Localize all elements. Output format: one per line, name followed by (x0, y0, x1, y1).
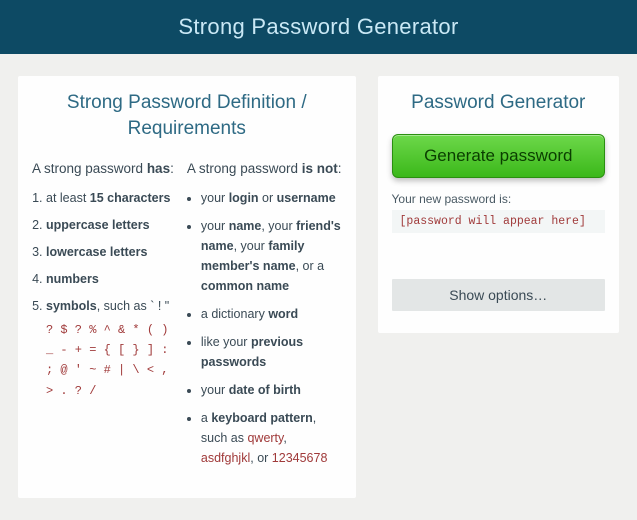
isnot-lead-bold: is not (302, 161, 338, 176)
definition-title: Strong Password Definition / Requirement… (32, 90, 342, 141)
generator-card: Password Generator Generate password You… (378, 76, 619, 333)
has-item: at least 15 characters (46, 188, 179, 208)
isnot-item: your date of birth (201, 380, 342, 400)
password-label: Your new password is: (392, 192, 605, 206)
definition-card: Strong Password Definition / Requirement… (18, 76, 356, 498)
app-title: Strong Password Generator (178, 14, 458, 39)
has-list: at least 15 characters uppercase letters l… (32, 188, 179, 316)
isnot-lead: A strong password is not: (187, 159, 342, 179)
has-lead-suf: : (170, 161, 174, 176)
has-item: uppercase letters (46, 215, 179, 235)
has-column: A strong password has: at least 15 chara… (32, 159, 179, 475)
has-item: symbols, such as ` ! " (46, 296, 179, 316)
definition-columns: A strong password has: at least 15 chara… (32, 159, 342, 475)
main-content: Strong Password Definition / Requirement… (0, 54, 637, 520)
app-header: Strong Password Generator (0, 0, 637, 54)
isnot-item: like your previous passwords (201, 332, 342, 372)
isnot-lead-pre: A strong password (187, 161, 302, 176)
isnot-item: your name, your friend's name, your fami… (201, 216, 342, 296)
show-options-button[interactable]: Show options… (392, 279, 605, 311)
has-lead: A strong password has: (32, 159, 179, 179)
isnot-item: a dictionary word (201, 304, 342, 324)
isnot-item: a keyboard pattern, such as qwerty, asdf… (201, 408, 342, 468)
generate-button[interactable]: Generate password (392, 134, 605, 178)
symbols-block: ? $ ? % ^ & * ( ) _ - + = { [ } ] : ; @ … (32, 320, 179, 402)
isnot-lead-suf: : (338, 161, 342, 176)
password-output[interactable] (392, 210, 605, 233)
isnot-item: your login or username (201, 188, 342, 208)
has-item: lowercase letters (46, 242, 179, 262)
isnot-column: A strong password is not: your login or … (187, 159, 342, 475)
generator-title: Password Generator (392, 90, 605, 116)
has-item: numbers (46, 269, 179, 289)
isnot-list: your login or username your name, your fr… (187, 188, 342, 468)
has-lead-bold: has (147, 161, 170, 176)
has-lead-pre: A strong password (32, 161, 147, 176)
